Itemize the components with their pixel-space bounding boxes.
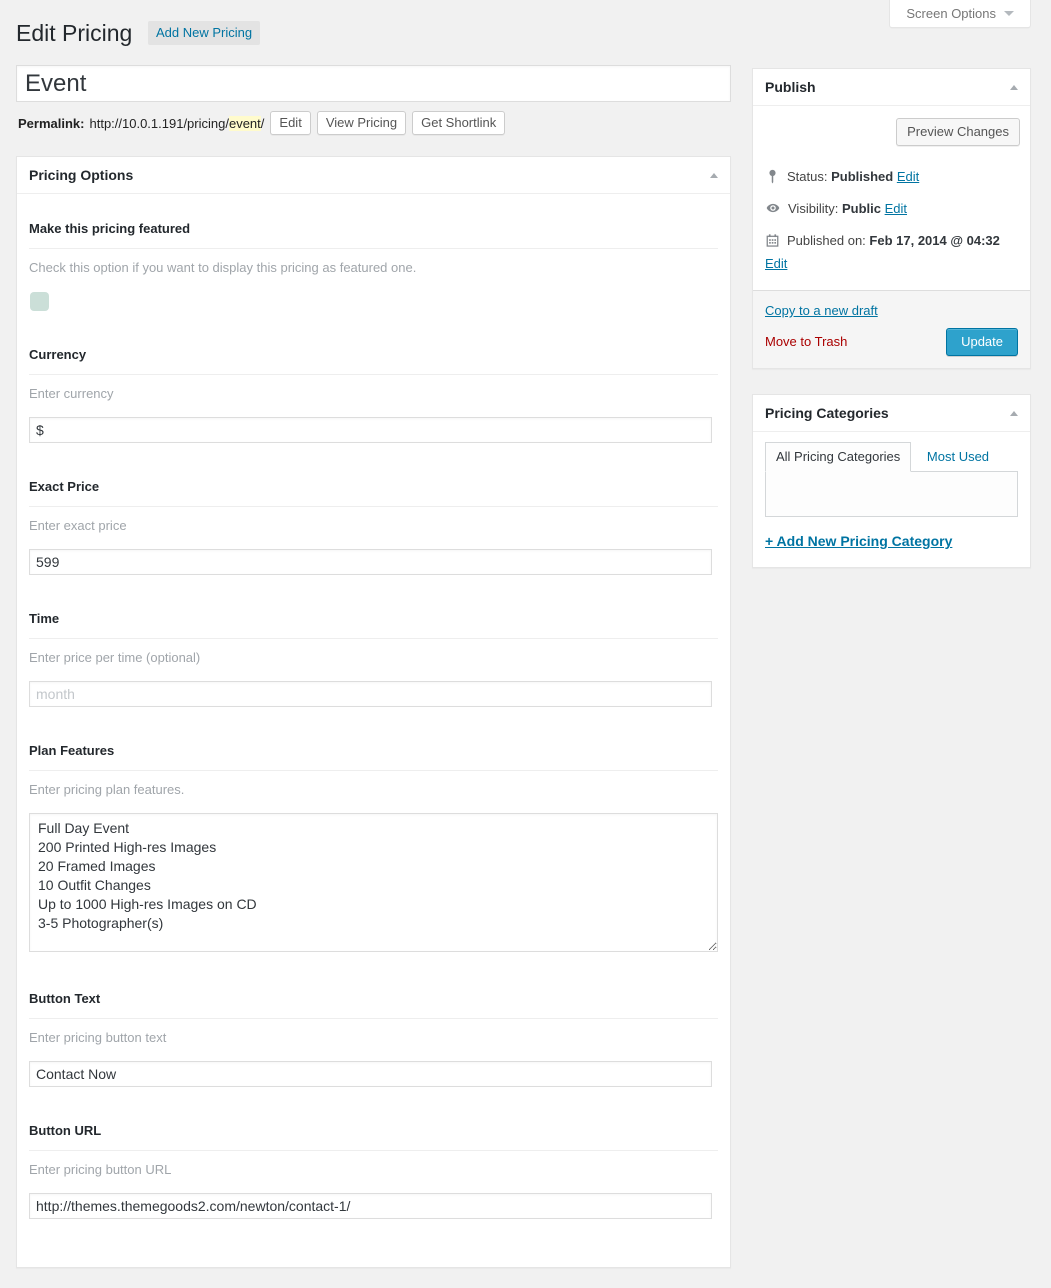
pricing-options-body: Make this pricing featured Check this op… [17,221,730,1267]
featured-description: Check this option if you want to display… [29,260,718,275]
button-text-field: Button Text Enter pricing button text [29,991,718,1087]
permalink-slug: event [229,116,261,131]
visibility-edit-link[interactable]: Edit [885,201,907,216]
featured-checkbox[interactable] [30,292,49,311]
pricing-options-title: Pricing Options [29,168,133,182]
title-section [16,65,731,102]
exact-price-heading: Exact Price [29,479,718,507]
pricing-categories-header: Pricing Categories [753,395,1030,432]
button-text-description: Enter pricing button text [29,1030,718,1045]
collapse-up-icon[interactable] [1010,411,1018,416]
button-text-input[interactable] [29,1061,712,1087]
status-label: Status: [787,169,827,184]
pin-icon [765,169,780,190]
published-on-value: Feb 17, 2014 @ 04:32 [869,233,999,248]
pricing-options-metabox: Pricing Options Make this pricing featur… [16,156,731,1268]
button-url-input[interactable] [29,1193,712,1219]
published-on-label: Published on: [787,233,866,248]
misc-publishing-actions: Status: Published Edit Visibility: Publi… [753,167,1030,290]
copy-to-new-draft-link[interactable]: Copy to a new draft [765,303,878,318]
tab-most-used[interactable]: Most Used [915,443,1001,471]
published-on-row: Published on: Feb 17, 2014 @ 04:32 Edit [765,231,1018,274]
permalink-edit-button[interactable]: Edit [270,111,310,135]
add-new-pricing-category-link[interactable]: + Add New Pricing Category [765,533,952,549]
button-url-description: Enter pricing button URL [29,1162,718,1177]
time-field: Time Enter price per time (optional) [29,611,718,707]
sidebar-column: Publish Preview Changes Status: Publishe… [752,68,1031,593]
category-checklist-panel [765,471,1018,517]
tab-all-pricing-categories[interactable]: All Pricing Categories [765,442,911,472]
pricing-categories-body: All Pricing Categories Most Used + Add N… [753,432,1030,567]
publish-metabox: Publish Preview Changes Status: Publishe… [752,68,1031,369]
plan-features-textarea[interactable]: Full Day Event 200 Printed High-res Imag… [29,813,718,952]
status-value: Published [831,169,893,184]
permalink-label: Permalink: [18,116,84,131]
time-heading: Time [29,611,718,639]
page-header: Edit Pricing Add New Pricing [16,19,1031,49]
plan-features-field: Plan Features Enter pricing plan feature… [29,743,718,955]
plan-features-description: Enter pricing plan features. [29,782,718,797]
plan-features-heading: Plan Features [29,743,718,771]
eye-icon [765,200,781,222]
move-to-trash-link[interactable]: Move to Trash [765,328,847,356]
update-button[interactable]: Update [946,328,1018,356]
button-url-field: Button URL Enter pricing button URL [29,1123,718,1219]
status-edit-link[interactable]: Edit [897,169,919,184]
major-publishing-actions: Copy to a new draft Move to Trash Update [753,290,1030,368]
publish-header: Publish [753,69,1030,106]
status-row: Status: Published Edit [765,167,1018,190]
currency-description: Enter currency [29,386,718,401]
exact-price-description: Enter exact price [29,518,718,533]
collapse-up-icon[interactable] [710,173,718,178]
currency-input[interactable] [29,417,712,443]
get-shortlink-button[interactable]: Get Shortlink [412,111,505,135]
exact-price-input[interactable] [29,549,712,575]
collapse-up-icon[interactable] [1010,85,1018,90]
visibility-value: Public [842,201,881,216]
published-on-edit-link[interactable]: Edit [765,256,787,271]
featured-heading: Make this pricing featured [29,221,718,249]
page-title: Edit Pricing [16,20,132,46]
pricing-options-header: Pricing Options [17,157,730,194]
permalink-url-prefix: http://10.0.1.191/pricing/ [89,116,228,131]
permalink-url-suffix: / [261,116,265,131]
post-title-input[interactable] [16,65,731,102]
currency-heading: Currency [29,347,718,375]
featured-field: Make this pricing featured Check this op… [29,221,718,311]
add-new-pricing-button[interactable]: Add New Pricing [148,21,260,45]
minor-publishing-actions: Preview Changes [753,106,1030,158]
button-text-heading: Button Text [29,991,718,1019]
category-tabs: All Pricing Categories Most Used [765,442,1018,471]
button-url-heading: Button URL [29,1123,718,1151]
exact-price-field: Exact Price Enter exact price [29,479,718,575]
preview-changes-button[interactable]: Preview Changes [896,118,1020,146]
view-pricing-button[interactable]: View Pricing [317,111,406,135]
calendar-icon [765,233,780,254]
permalink: Permalink: http://10.0.1.191/pricing/eve… [18,111,731,135]
currency-field: Currency Enter currency [29,347,718,443]
visibility-label: Visibility: [788,201,838,216]
editor-column: Permalink: http://10.0.1.191/pricing/eve… [16,65,731,1268]
time-description: Enter price per time (optional) [29,650,718,665]
visibility-row: Visibility: Public Edit [765,199,1018,222]
edit-pricing-page: Edit Pricing Add New Pricing Permalink: … [0,0,1051,1288]
time-input[interactable] [29,681,712,707]
publish-title: Publish [765,80,816,94]
pricing-categories-metabox: Pricing Categories All Pricing Categorie… [752,394,1031,568]
pricing-categories-title: Pricing Categories [765,406,889,420]
